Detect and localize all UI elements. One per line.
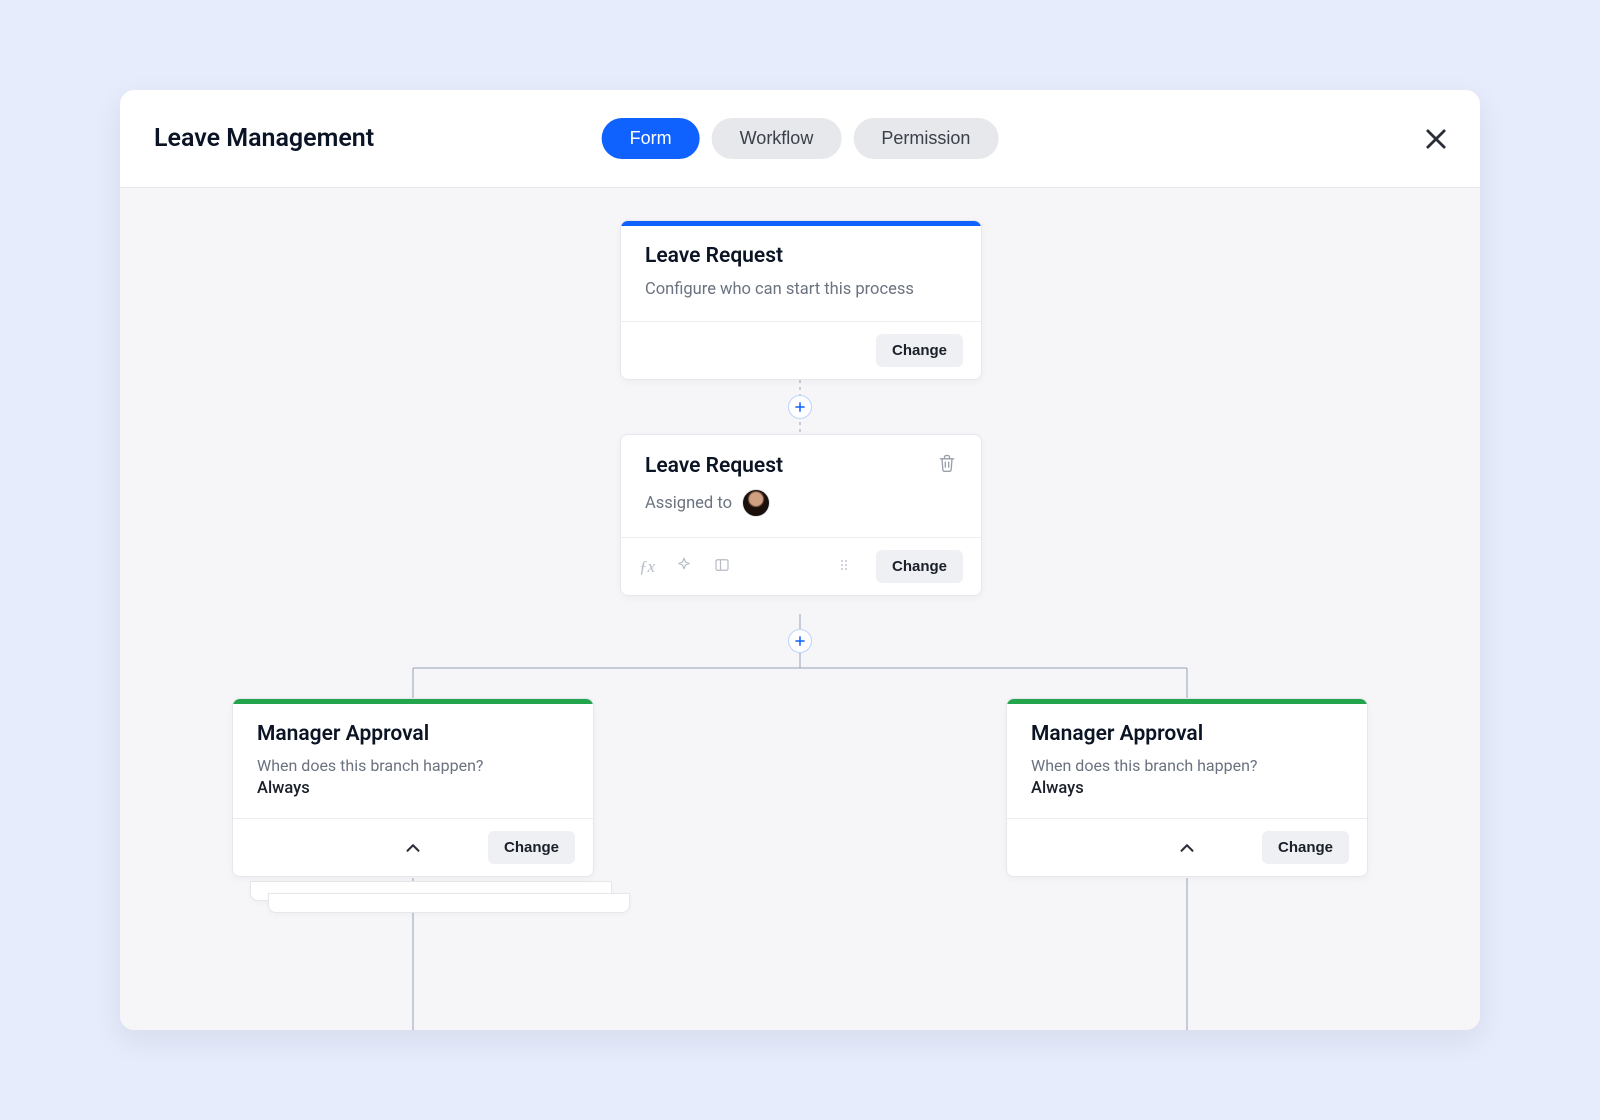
sparkle-icon[interactable] <box>675 556 693 578</box>
branch-card-right[interactable]: Manager Approval When does this branch h… <box>1006 698 1368 877</box>
workflow-canvas[interactable]: Leave Request Configure who can start th… <box>120 188 1480 1030</box>
start-card-title: Leave Request <box>645 244 783 268</box>
tabs: Form Workflow Permission <box>602 118 999 159</box>
branch-title: Manager Approval <box>257 722 429 746</box>
start-card[interactable]: Leave Request Configure who can start th… <box>620 220 982 380</box>
drag-handle-icon[interactable] <box>836 557 852 577</box>
stack-shadow <box>268 893 630 913</box>
add-step-button-2[interactable] <box>788 629 812 653</box>
change-button[interactable]: Change <box>1262 831 1349 864</box>
chevron-up-icon[interactable] <box>399 834 427 862</box>
tab-workflow[interactable]: Workflow <box>712 118 842 159</box>
change-button[interactable]: Change <box>488 831 575 864</box>
add-step-button-1[interactable] <box>788 395 812 419</box>
close-icon[interactable] <box>1422 125 1450 153</box>
workflow-modal: Leave Management Form Workflow Permissio… <box>120 90 1480 1030</box>
change-button[interactable]: Change <box>876 550 963 583</box>
start-card-desc: Configure who can start this process <box>645 278 957 301</box>
modal-header: Leave Management Form Workflow Permissio… <box>120 90 1480 188</box>
branch-question: When does this branch happen? <box>1031 756 1343 775</box>
chevron-up-icon[interactable] <box>1173 834 1201 862</box>
assigned-label: Assigned to <box>645 494 732 513</box>
branch-question: When does this branch happen? <box>257 756 569 775</box>
branch-card-left[interactable]: Manager Approval When does this branch h… <box>232 698 594 877</box>
branch-value: Always <box>1031 779 1343 798</box>
panel-icon[interactable] <box>713 556 731 578</box>
avatar[interactable] <box>742 489 770 517</box>
branch-value: Always <box>257 779 569 798</box>
task-card[interactable]: Leave Request Assigned to ƒx <box>620 434 982 596</box>
tab-permission[interactable]: Permission <box>853 118 998 159</box>
page-title: Leave Management <box>154 124 374 153</box>
branch-title: Manager Approval <box>1031 722 1203 746</box>
change-button[interactable]: Change <box>876 334 963 367</box>
task-card-title: Leave Request <box>645 454 783 478</box>
tab-form[interactable]: Form <box>602 118 700 159</box>
function-icon[interactable]: ƒx <box>639 557 655 577</box>
trash-icon[interactable] <box>937 453 957 479</box>
